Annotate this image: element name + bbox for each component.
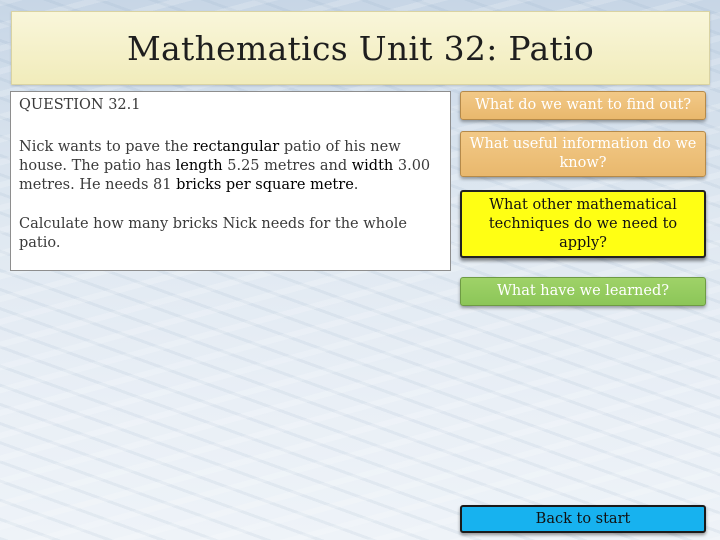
techniques-button[interactable]: What other mathematical techniques do we… [460,190,706,258]
back-to-start-button[interactable]: Back to start [460,505,706,533]
back-to-start-label: Back to start [535,510,631,527]
learned-button[interactable]: What have we learned? [460,277,706,306]
page-title: Mathematics Unit 32: Patio [126,28,595,68]
question-text-part: Nick wants to pave the [19,139,193,155]
techniques-label: What other mathematical techniques do we… [488,196,678,251]
find-out-button[interactable]: What do we want to find out? [460,91,706,120]
find-out-label: What do we want to find out? [474,97,692,113]
question-box: QUESTION 32.1 Nick wants to pave the rec… [10,91,451,271]
question-instruction: Calculate how many bricks Nick needs for… [19,216,407,251]
useful-info-button[interactable]: What useful information do we know? [460,131,706,177]
keyword-rectangular: rectangular [192,139,280,155]
keyword-bricks-per-square-metre: bricks per square metre [176,177,354,193]
keyword-width: width [351,158,394,174]
title-bar: Mathematics Unit 32: Patio [11,11,710,85]
useful-info-label: What useful information do we know? [469,136,697,171]
question-text-part: 5.25 metres and [222,158,352,174]
keyword-length: length [175,158,223,174]
learned-label: What have we learned? [496,283,670,299]
question-heading: QUESTION 32.1 [19,97,141,113]
question-text: Nick wants to pave the rectangular patio… [19,138,442,195]
question-text-part: . [353,177,359,193]
